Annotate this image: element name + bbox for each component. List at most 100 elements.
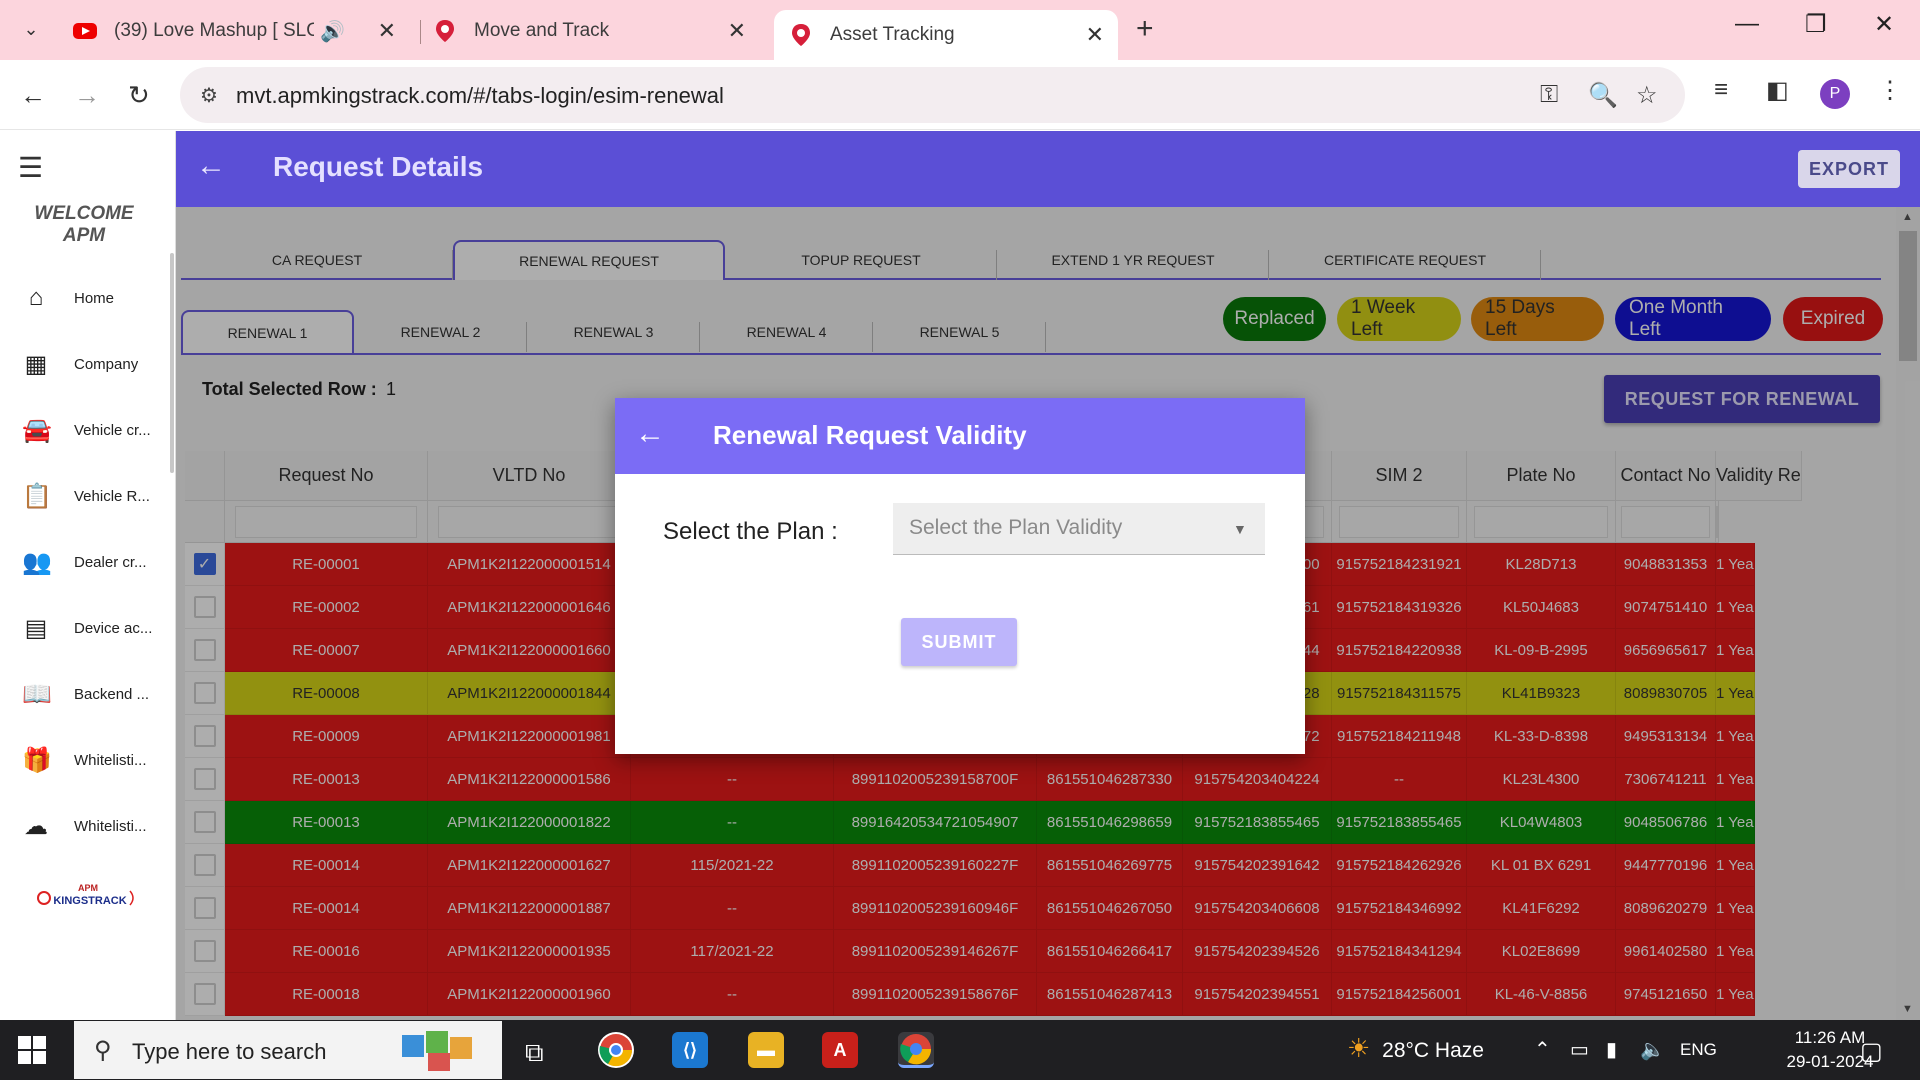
windows-start-icon[interactable]: [18, 1036, 46, 1064]
task-view-icon[interactable]: ⧉: [525, 1037, 544, 1069]
chrome-icon[interactable]: [598, 1032, 634, 1068]
sidebar-item-device-ac[interactable]: ▤ Device ac...: [0, 603, 168, 653]
browser-tab-youtube[interactable]: (39) Love Mashup [ SLOWED 🔊 ✕: [70, 8, 410, 54]
window-close-icon[interactable]: ✕: [1874, 10, 1894, 39]
acrobat-icon[interactable]: A: [822, 1032, 858, 1068]
welcome-line: WELCOME: [34, 203, 134, 224]
haze-sun-icon: ☀: [1347, 1033, 1371, 1063]
app-header: ← Request Details EXPORT: [176, 131, 1920, 207]
sidebar-item-label: Vehicle cr...: [74, 421, 151, 439]
side-panel-icon[interactable]: ◧: [1766, 76, 1789, 105]
close-tab-icon[interactable]: ✕: [378, 18, 396, 44]
sidebar-item-home[interactable]: ⌂ Home: [0, 273, 168, 323]
youtube-icon: [73, 23, 97, 39]
taskbar-search[interactable]: ⚲ Type here to search: [74, 1021, 502, 1079]
back-arrow-icon[interactable]: ←: [20, 80, 46, 111]
back-arrow-icon[interactable]: ←: [196, 149, 226, 183]
chrome-logo-icon: [599, 1034, 633, 1067]
tab-title: (39) Love Mashup [ SLOWED: [114, 20, 314, 41]
sidebar-item-label: Company: [74, 355, 139, 373]
car-icon: 🚘: [22, 416, 52, 444]
sidebar-item-dealer-cr[interactable]: 👥 Dealer cr...: [0, 537, 168, 587]
page-title: Request Details: [273, 151, 484, 182]
caret-down-icon: ▼: [1233, 521, 1247, 537]
sidebar-item-label: Vehicle R...: [74, 487, 150, 505]
sidebar-item-company[interactable]: ▦ Company: [0, 339, 168, 389]
address-bar[interactable]: ⚙ mvt.apmkingstrack.com/#/tabs-login/esi…: [180, 67, 1685, 123]
chrome-profile-icon[interactable]: [898, 1032, 934, 1068]
chrome-logo-icon: [900, 1033, 932, 1064]
restore-icon[interactable]: ❐: [1805, 10, 1827, 39]
plan-validity-select[interactable]: Select the Plan Validity ▼: [893, 503, 1265, 555]
speaker-icon[interactable]: 🔊: [320, 19, 345, 44]
more-menu-icon[interactable]: ⋮: [1878, 76, 1902, 105]
export-button[interactable]: EXPORT: [1798, 150, 1900, 188]
building-icon: ▦: [24, 350, 48, 378]
sidebar-item-label: Backend ...: [74, 685, 150, 703]
dialog-title: Renewal Request Validity: [713, 420, 1027, 450]
sidebar-item-label: Device ac...: [74, 619, 153, 637]
sidebar-item-label: Whitelisti...: [74, 817, 147, 835]
weather-text: 28°C Haze: [1382, 1039, 1484, 1062]
browser-tab-asset-tracking[interactable]: Asset Tracking ✕: [774, 10, 1118, 60]
close-tab-icon[interactable]: ✕: [728, 18, 746, 44]
clipboard-icon: 📋: [22, 482, 52, 510]
file-explorer-icon[interactable]: ▬: [748, 1032, 784, 1068]
sidebar-item-vehicle-cr[interactable]: 🚘 Vehicle cr...: [0, 405, 168, 455]
browser-toolbar: ← → ↻ ⚙ mvt.apmkingstrack.com/#/tabs-log…: [0, 60, 1920, 130]
sidebar-item-label: Dealer cr...: [74, 553, 147, 571]
show-hidden-icons-icon[interactable]: ⌃: [1534, 1037, 1551, 1062]
volume-icon[interactable]: 🔈: [1640, 1037, 1665, 1062]
gift-icon: 🎁: [22, 746, 52, 774]
search-icon: ⚲: [94, 1037, 112, 1064]
password-key-icon[interactable]: ⚿: [1540, 81, 1558, 109]
calculator-icon: ▤: [24, 614, 48, 642]
media-controls-icon[interactable]: ≡: [1714, 76, 1728, 104]
sidebar-scrollbar[interactable]: [170, 253, 174, 473]
browser-tab-strip: ⌄ (39) Love Mashup [ SLOWED 🔊 ✕ Move and…: [0, 0, 1920, 60]
home-icon: ⌂: [28, 284, 44, 311]
kingstrack-logo: APM KINGSTRACK: [37, 883, 134, 907]
battery-icon[interactable]: ▮: [1606, 1037, 1617, 1062]
sidebar-item-backend[interactable]: 📖 Backend ...: [0, 669, 168, 719]
minimize-icon[interactable]: —: [1735, 10, 1759, 38]
vscode-icon[interactable]: ⟨⟩: [672, 1032, 708, 1068]
dialog-back-arrow-icon[interactable]: ←: [635, 417, 665, 451]
search-placeholder: Type here to search: [132, 1039, 327, 1064]
language-indicator[interactable]: ENG: [1680, 1040, 1717, 1060]
forward-arrow-icon[interactable]: →: [74, 80, 100, 111]
close-tab-icon[interactable]: ✕: [1086, 22, 1104, 48]
search-highlight-icon: [402, 1031, 472, 1071]
browser-tab-move-and-track[interactable]: Move and Track ✕: [430, 8, 760, 54]
zoom-icon[interactable]: 🔍: [1588, 81, 1618, 110]
reload-icon[interactable]: ↻: [128, 80, 150, 111]
welcome-user: APM: [62, 225, 106, 246]
welcome-text: WELCOME APM: [0, 203, 168, 247]
notifications-icon[interactable]: ▢: [1860, 1037, 1883, 1066]
cloud-upload-icon: ☁: [24, 812, 48, 840]
location-pin-icon: [792, 24, 810, 46]
tab-search-dropdown-icon[interactable]: ⌄: [16, 14, 46, 44]
sidebar-item-label: Home: [74, 289, 115, 307]
hamburger-menu-icon[interactable]: ☰: [18, 151, 43, 184]
submit-button[interactable]: SUBMIT: [901, 618, 1017, 666]
sidebar-item-whitelisti[interactable]: 🎁 Whitelisti...: [0, 735, 168, 785]
sidebar-item-vehicle-r[interactable]: 📋 Vehicle R...: [0, 471, 168, 521]
profile-avatar[interactable]: P: [1820, 79, 1850, 109]
weather-widget[interactable]: ☀ 28°C Haze: [1347, 1033, 1484, 1064]
dialog-header: ← Renewal Request Validity: [615, 398, 1305, 474]
location-pin-icon: [436, 20, 454, 42]
plan-label: Select the Plan :: [663, 518, 838, 545]
tab-separator: [420, 20, 421, 44]
site-info-icon[interactable]: ⚙: [200, 83, 218, 108]
tab-title: Move and Track: [474, 20, 610, 41]
sidebar-item-whitelisti[interactable]: ☁ Whitelisti...: [0, 801, 168, 851]
url-text[interactable]: mvt.apmkingstrack.com/#/tabs-login/esim-…: [236, 83, 724, 109]
bookmark-star-icon[interactable]: ☆: [1636, 81, 1658, 110]
new-tab-plus-icon[interactable]: +: [1136, 12, 1154, 46]
network-icon[interactable]: ▭: [1570, 1037, 1589, 1062]
renewal-validity-dialog: ← Renewal Request Validity Select the Pl…: [615, 398, 1305, 754]
book-icon: 📖: [22, 680, 52, 708]
sidebar-item-label: Whitelisti...: [74, 751, 147, 769]
svg-text:KINGSTRACK: KINGSTRACK: [53, 895, 126, 907]
